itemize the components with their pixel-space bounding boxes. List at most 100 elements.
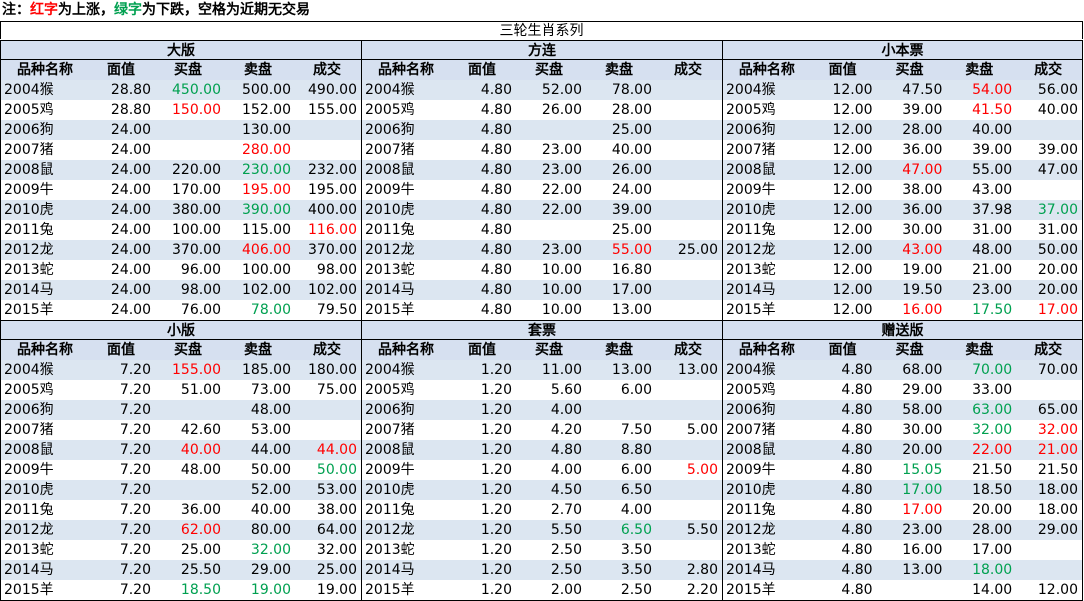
table-cell: 4.00 (550, 402, 582, 418)
table-cell: 155.00 (172, 362, 221, 378)
table-cell: 76.00 (180, 302, 221, 318)
table-row: 2008鼠 1.20 4.80 8.80 (362, 440, 722, 460)
table-cell: 6.00 (620, 462, 652, 478)
table-row: 2010虎 4.80 17.00 18.50 18.00 (723, 480, 1082, 500)
table-cell: 2009牛 (726, 462, 776, 478)
table-cell: 7.20 (119, 542, 151, 558)
table-cell: 30.00 (902, 222, 943, 238)
column-header: 卖盘 (605, 62, 633, 78)
table-row: 2007猪 24.00 280.00 (1, 140, 361, 160)
panel-xiaobenpiao: 小本票 品种名称 面值 买盘 卖盘 成交 2004猴 12.00 47.50 54.00 56.00… (722, 40, 1083, 320)
table-row: 2007猪 4.80 23.00 40.00 (362, 140, 722, 160)
table-cell: 25.00 (180, 542, 221, 558)
column-header: 面值 (828, 342, 857, 358)
table-cell: 406.00 (242, 242, 291, 258)
table-row: 2009牛 24.00 170.00 195.00 195.00 (1, 180, 361, 200)
table-cell: 2011兔 (4, 222, 54, 238)
table-cell: 15.05 (902, 462, 943, 478)
table-cell: 2004猴 (365, 82, 415, 98)
table-row: 2008鼠 12.00 47.00 55.00 47.00 (723, 160, 1082, 180)
table-cell: 39.00 (902, 102, 943, 118)
table-cell: 26.00 (541, 102, 582, 118)
table-cell: 2015羊 (365, 582, 415, 598)
table-cell: 7.20 (119, 382, 151, 398)
table-cell: 2004猴 (4, 82, 54, 98)
table-row: 2013蛇 12.00 19.00 21.00 20.00 (723, 260, 1082, 280)
table-cell: 2.50 (550, 542, 582, 558)
table-cell: 2009牛 (726, 182, 776, 198)
note-green-label: 绿字 (114, 2, 142, 18)
note-red-label: 红字 (30, 2, 58, 18)
table-cell (654, 80, 722, 100)
note-prefix: 注： (2, 2, 30, 18)
table-row: 2005鸡 7.20 51.00 73.00 75.00 (1, 380, 361, 400)
table-cell: 4.00 (550, 462, 582, 478)
table-row: 2012龙 4.80 23.00 28.00 29.00 (723, 520, 1082, 540)
column-header: 品种名称 (17, 342, 73, 358)
table-cell: 24.00 (110, 262, 151, 278)
table-cell: 29.00 (1037, 522, 1078, 538)
table-row: 2015羊 7.20 18.50 19.00 19.00 (1, 580, 361, 600)
table-cell: 2012龙 (726, 242, 776, 258)
table-cell: 2011兔 (365, 222, 415, 238)
table-cell: 2008鼠 (4, 162, 54, 178)
table-cell: 4.80 (480, 222, 512, 238)
table-cell: 18.00 (1037, 502, 1078, 518)
table-cell: 7.20 (119, 422, 151, 438)
table-cell: 41.50 (972, 102, 1013, 118)
table-cell (654, 280, 722, 300)
table-cell: 370.00 (308, 242, 357, 258)
table-cell: 10.00 (541, 302, 582, 318)
table-cell: 2013蛇 (726, 542, 776, 558)
table-cell: 5.60 (550, 382, 582, 398)
table-row: 2010虎 1.20 4.50 6.50 (362, 480, 722, 500)
table-row: 2006狗 24.00 130.00 (1, 120, 361, 140)
table-cell: 100.00 (172, 222, 221, 238)
table-cell: 185.00 (242, 362, 291, 378)
table-cell: 220.00 (172, 162, 221, 178)
table-cell: 2013蛇 (4, 542, 54, 558)
table-cell: 2013蛇 (4, 262, 54, 278)
table-cell: 2011兔 (365, 502, 415, 518)
table-cell: 44.00 (316, 442, 357, 458)
table-cell: 53.00 (250, 422, 291, 438)
column-header-row: 品种名称 面值 买盘 卖盘 成交 (723, 60, 1082, 80)
table-cell: 232.00 (308, 162, 357, 178)
column-header: 品种名称 (738, 342, 795, 358)
table-cell: 2013蛇 (726, 262, 776, 278)
panel-rows: 2004猴 1.20 11.00 13.00 13.00 2005鸡 1.20 5.60 6.0… (362, 360, 722, 600)
table-cell: 4.80 (841, 502, 873, 518)
table-row: 2008鼠 4.80 23.00 26.00 (362, 160, 722, 180)
table-cell: 30.00 (902, 422, 943, 438)
table-cell: 2005鸡 (365, 382, 415, 398)
table-cell: 23.00 (972, 282, 1013, 298)
table-cell: 115.00 (242, 222, 291, 238)
table-cell: 36.00 (902, 142, 943, 158)
table-cell: 38.00 (316, 502, 357, 518)
panel-taopiao: 套票 品种名称 面值 买盘 卖盘 成交 2004猴 1.20 11.00 13.00 13.00 20… (361, 320, 722, 601)
table-cell: 2004猴 (726, 362, 776, 378)
table-row: 2005鸡 4.80 29.00 33.00 (723, 380, 1082, 400)
table-row: 2014马 24.00 98.00 102.00 102.00 (1, 280, 361, 300)
table-cell: 4.00 (620, 502, 652, 518)
table-cell: 14.00 (972, 582, 1013, 598)
table-cell: 40.00 (250, 502, 291, 518)
table-cell: 4.80 (841, 462, 873, 478)
table-cell: 22.00 (541, 182, 582, 198)
table-cell: 2014马 (365, 562, 415, 578)
table-cell: 20.00 (1037, 262, 1078, 278)
note-mid1: 为上涨， (58, 2, 114, 18)
table-cell: 12.00 (832, 122, 873, 138)
column-header: 卖盘 (965, 342, 994, 358)
table-cell: 4.80 (841, 562, 873, 578)
table-cell: 4.80 (841, 522, 873, 538)
table-cell (153, 480, 223, 500)
table-row: 2010虎 12.00 36.00 37.98 37.00 (723, 200, 1082, 220)
table-row: 2004猴 7.20 155.00 185.00 180.00 (1, 360, 361, 380)
table-cell: 24.00 (110, 202, 151, 218)
table-cell: 24.00 (110, 142, 151, 158)
table-cell: 50.00 (250, 462, 291, 478)
table-cell: 23.00 (902, 522, 943, 538)
table-cell: 12.00 (832, 202, 873, 218)
table-cell: 2005鸡 (4, 382, 54, 398)
